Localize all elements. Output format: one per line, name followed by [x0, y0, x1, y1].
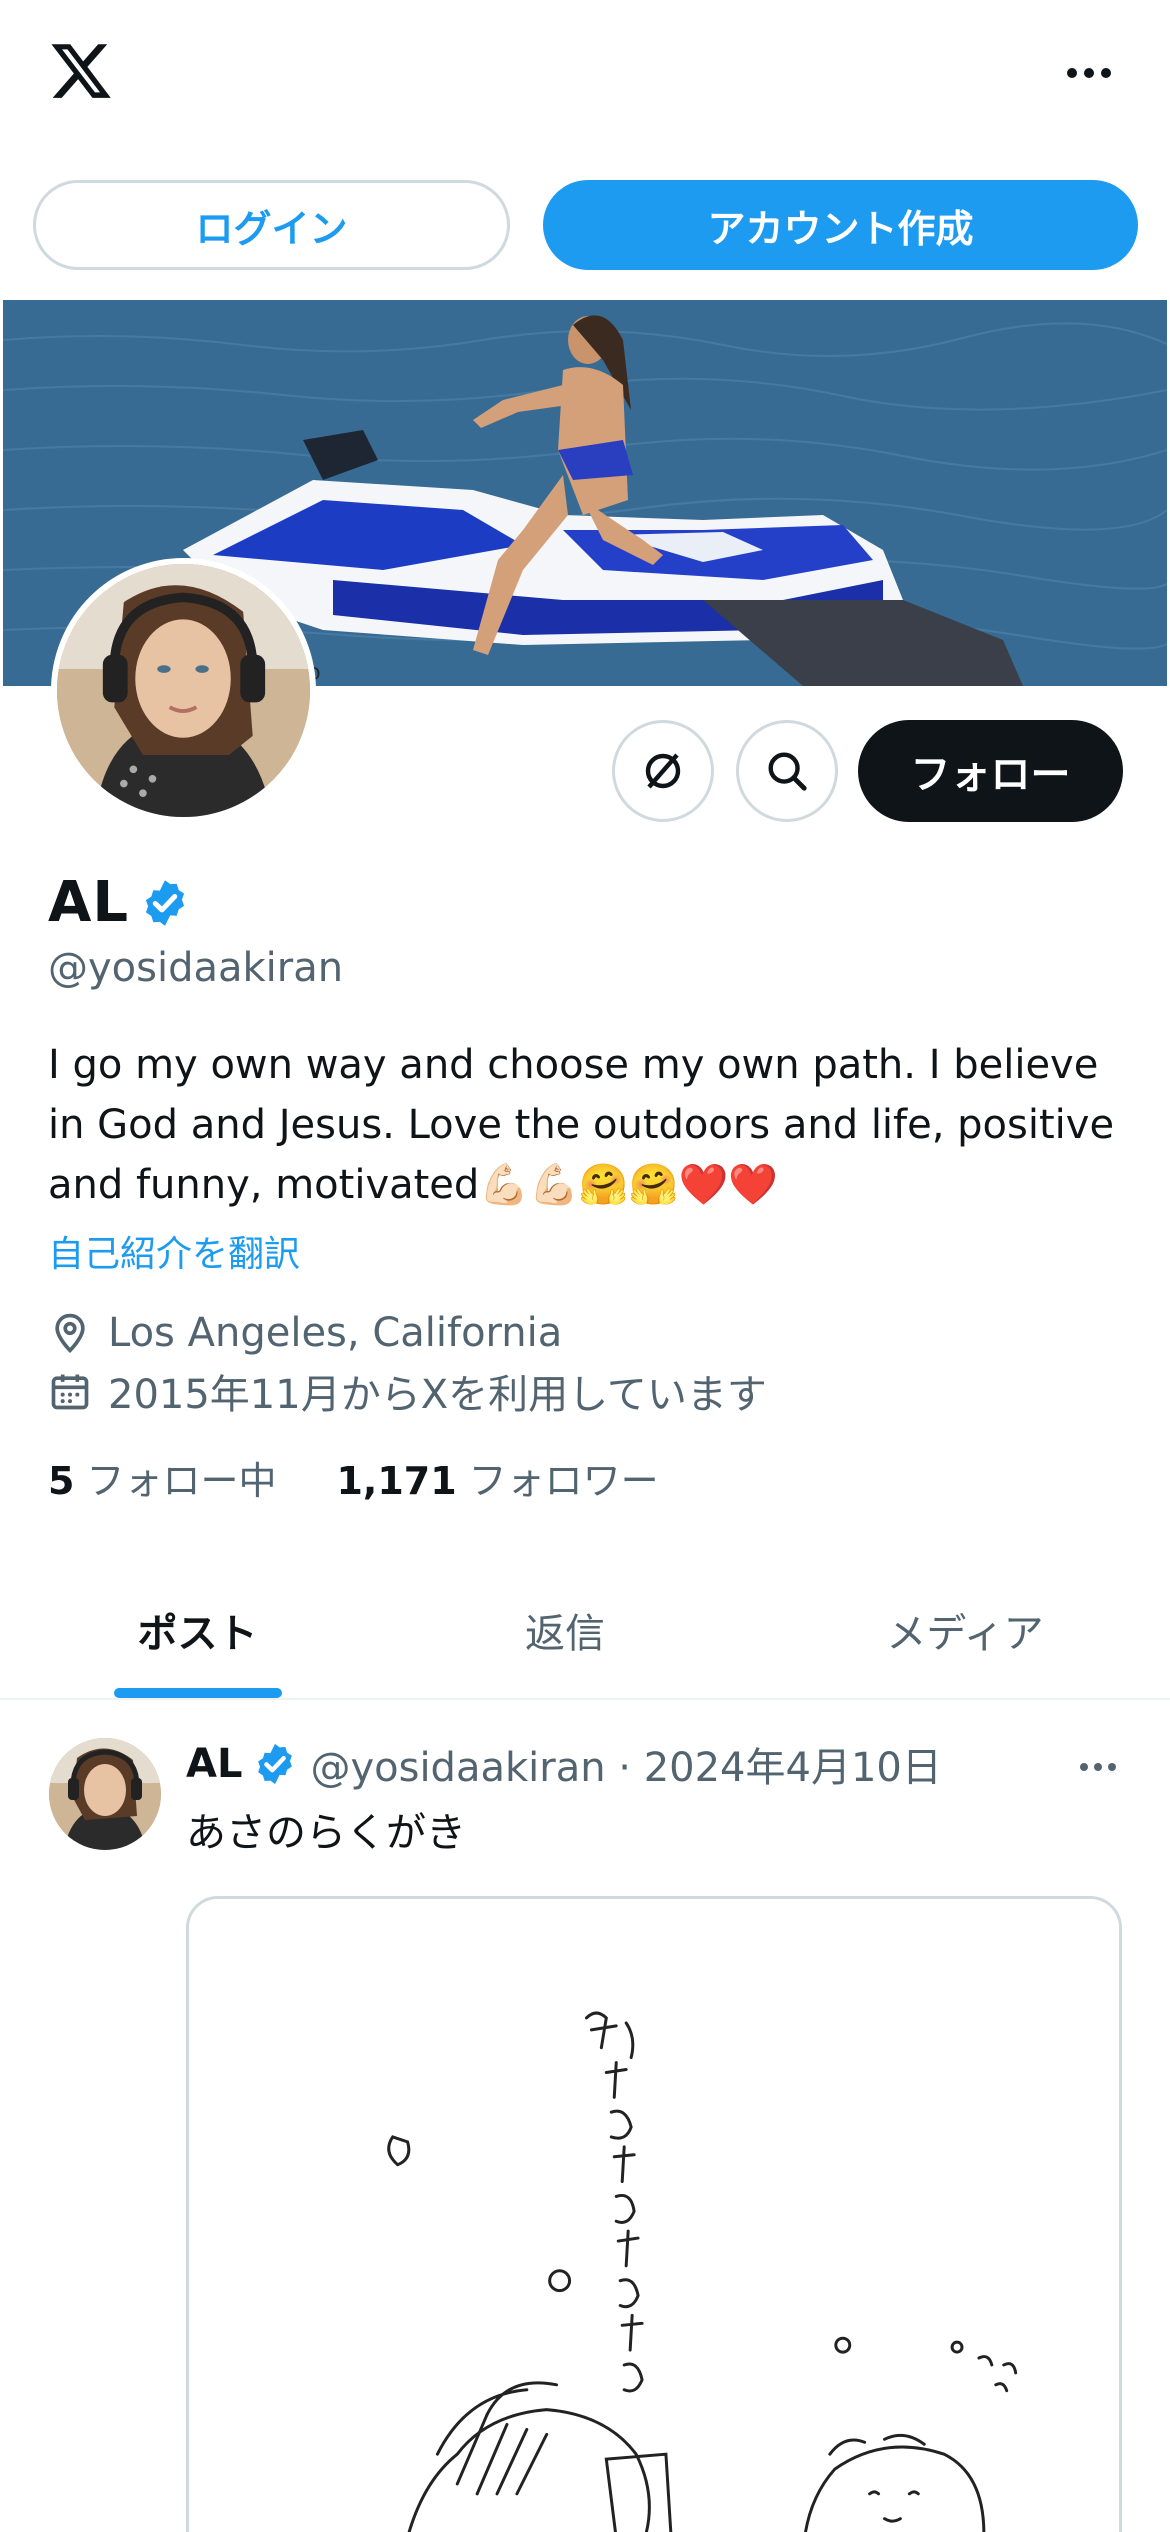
- following-label: フォロー中: [86, 1459, 277, 1503]
- translate-bio-link[interactable]: 自己紹介を翻訳: [48, 1225, 300, 1277]
- post-text: あさのらくがき: [186, 1810, 466, 1856]
- profile-name-row: AL: [48, 870, 191, 935]
- location-pin-icon: [55, 1313, 85, 1354]
- tab-media[interactable]: メディア: [765, 1560, 1165, 1700]
- profile-bio: I go my own way and choose my own path. …: [48, 1035, 1138, 1215]
- follow-stats: 5 フォロー中 1,171 フォロワー: [48, 1450, 659, 1505]
- followers-label: フォロワー: [468, 1459, 659, 1503]
- active-tab-indicator: [114, 1688, 282, 1698]
- followers-link[interactable]: 1,171 フォロワー: [336, 1450, 658, 1505]
- search-icon[interactable]: [736, 720, 838, 822]
- more-options-icon[interactable]: [1055, 48, 1123, 98]
- grok-icon[interactable]: [612, 720, 714, 822]
- joined-text: 2015年11月からXを利用しています: [108, 1372, 767, 1418]
- post-header: AL @yosidaakiran · 2024年4月10日: [186, 1735, 942, 1793]
- login-button[interactable]: ログイン: [33, 180, 510, 270]
- location-row: Los Angeles, California: [48, 1310, 562, 1356]
- profile-handle: @yosidaakiran: [48, 945, 344, 991]
- x-logo-icon[interactable]: [46, 38, 116, 104]
- follow-button[interactable]: フォロー: [858, 720, 1123, 822]
- post-media-image[interactable]: [186, 1896, 1122, 2532]
- verified-badge-icon: [258, 1743, 293, 1785]
- tab-posts[interactable]: ポスト: [0, 1560, 395, 1700]
- verified-badge-icon: [145, 879, 185, 926]
- post-author-name[interactable]: AL: [186, 1741, 242, 1787]
- tab-replies[interactable]: 返信: [365, 1560, 765, 1700]
- post-more-icon[interactable]: [1070, 1745, 1126, 1789]
- profile-tabs: ポスト 返信 メディア: [0, 1560, 1170, 1700]
- profile-avatar[interactable]: [51, 558, 316, 823]
- calendar-icon: [51, 1374, 89, 1410]
- location-text: Los Angeles, California: [108, 1310, 563, 1356]
- following-count: 5: [48, 1459, 75, 1503]
- bio-emoji: 💪🏻💪🏻🤗🤗❤️❤️: [479, 1162, 779, 1208]
- create-account-button[interactable]: アカウント作成: [543, 180, 1138, 270]
- joined-row: 2015年11月からXを利用しています: [48, 1362, 767, 1420]
- display-name: AL: [48, 870, 130, 935]
- following-link[interactable]: 5 フォロー中: [48, 1450, 276, 1505]
- post-handle-date[interactable]: @yosidaakiran · 2024年4月10日: [310, 1735, 941, 1793]
- profile-page: ログイン アカウント作成 フォロー AL @yosidaakiran I go …: [0, 0, 1170, 2532]
- followers-count: 1,171: [336, 1459, 457, 1503]
- post-avatar[interactable]: [49, 1738, 161, 1850]
